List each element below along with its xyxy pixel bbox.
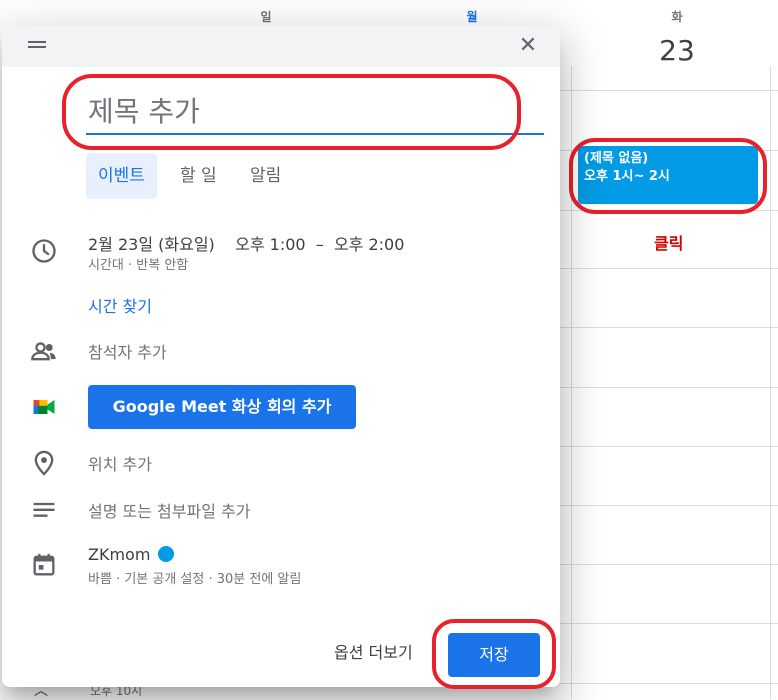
grid-line — [560, 564, 778, 565]
grid-line — [560, 387, 778, 388]
grid-line — [560, 505, 778, 506]
location-pin-icon — [34, 450, 54, 476]
event-datetime[interactable]: 2월 23일 (화요일) 오후 1:00 – 오후 2:00 — [88, 231, 404, 255]
timezone-repeat[interactable]: 시간대 · 반복 안함 — [88, 254, 188, 273]
grid-line — [560, 683, 778, 684]
add-description[interactable]: 설명 또는 첨부파일 추가 — [88, 498, 250, 522]
grid-line — [560, 90, 778, 91]
grid-line — [560, 268, 778, 269]
day-header-sun[interactable]: 일 — [246, 8, 286, 25]
dialog-header[interactable]: ✕ — [2, 25, 560, 67]
calendar-icon — [33, 553, 55, 576]
day-header-mon[interactable]: 월 — [452, 8, 492, 25]
highlight-oval-title — [62, 74, 521, 150]
calendar-settings-sub[interactable]: 바쁨 · 기본 공개 설정 · 30분 전에 알림 — [88, 568, 301, 587]
click-annotation: 클릭 — [654, 234, 684, 253]
grid-line — [770, 66, 771, 699]
tab-event[interactable]: 이벤트 — [86, 153, 157, 199]
day-header-tue[interactable]: 화 — [657, 8, 697, 25]
notes-icon — [33, 502, 55, 517]
date-number[interactable]: 23 — [650, 34, 704, 67]
clock-icon — [32, 239, 56, 263]
google-meet-button[interactable]: Google Meet 화상 회의 추가 — [88, 385, 356, 429]
calendar-color-dot — [158, 546, 175, 562]
tab-task[interactable]: 할 일 — [168, 153, 229, 199]
grid-line — [560, 327, 778, 328]
google-meet-icon — [33, 400, 55, 414]
highlight-oval-save — [432, 619, 556, 689]
add-location[interactable]: 위치 추가 — [88, 451, 152, 475]
people-icon — [31, 342, 56, 361]
tab-reminder[interactable]: 알림 — [238, 153, 293, 199]
grid-line — [560, 446, 778, 447]
more-options-button[interactable]: 옵션 더보기 — [334, 639, 413, 663]
grid-line — [560, 623, 778, 624]
calendar-name: ZKmom — [88, 545, 151, 564]
close-icon[interactable]: ✕ — [516, 34, 540, 58]
calendar-selector[interactable]: ZKmom — [88, 545, 175, 564]
find-time-link[interactable]: 시간 찾기 — [88, 293, 152, 317]
highlight-oval-event — [569, 138, 767, 214]
drag-handle-icon[interactable] — [28, 41, 46, 49]
add-guests[interactable]: 참석자 추가 — [88, 339, 167, 363]
